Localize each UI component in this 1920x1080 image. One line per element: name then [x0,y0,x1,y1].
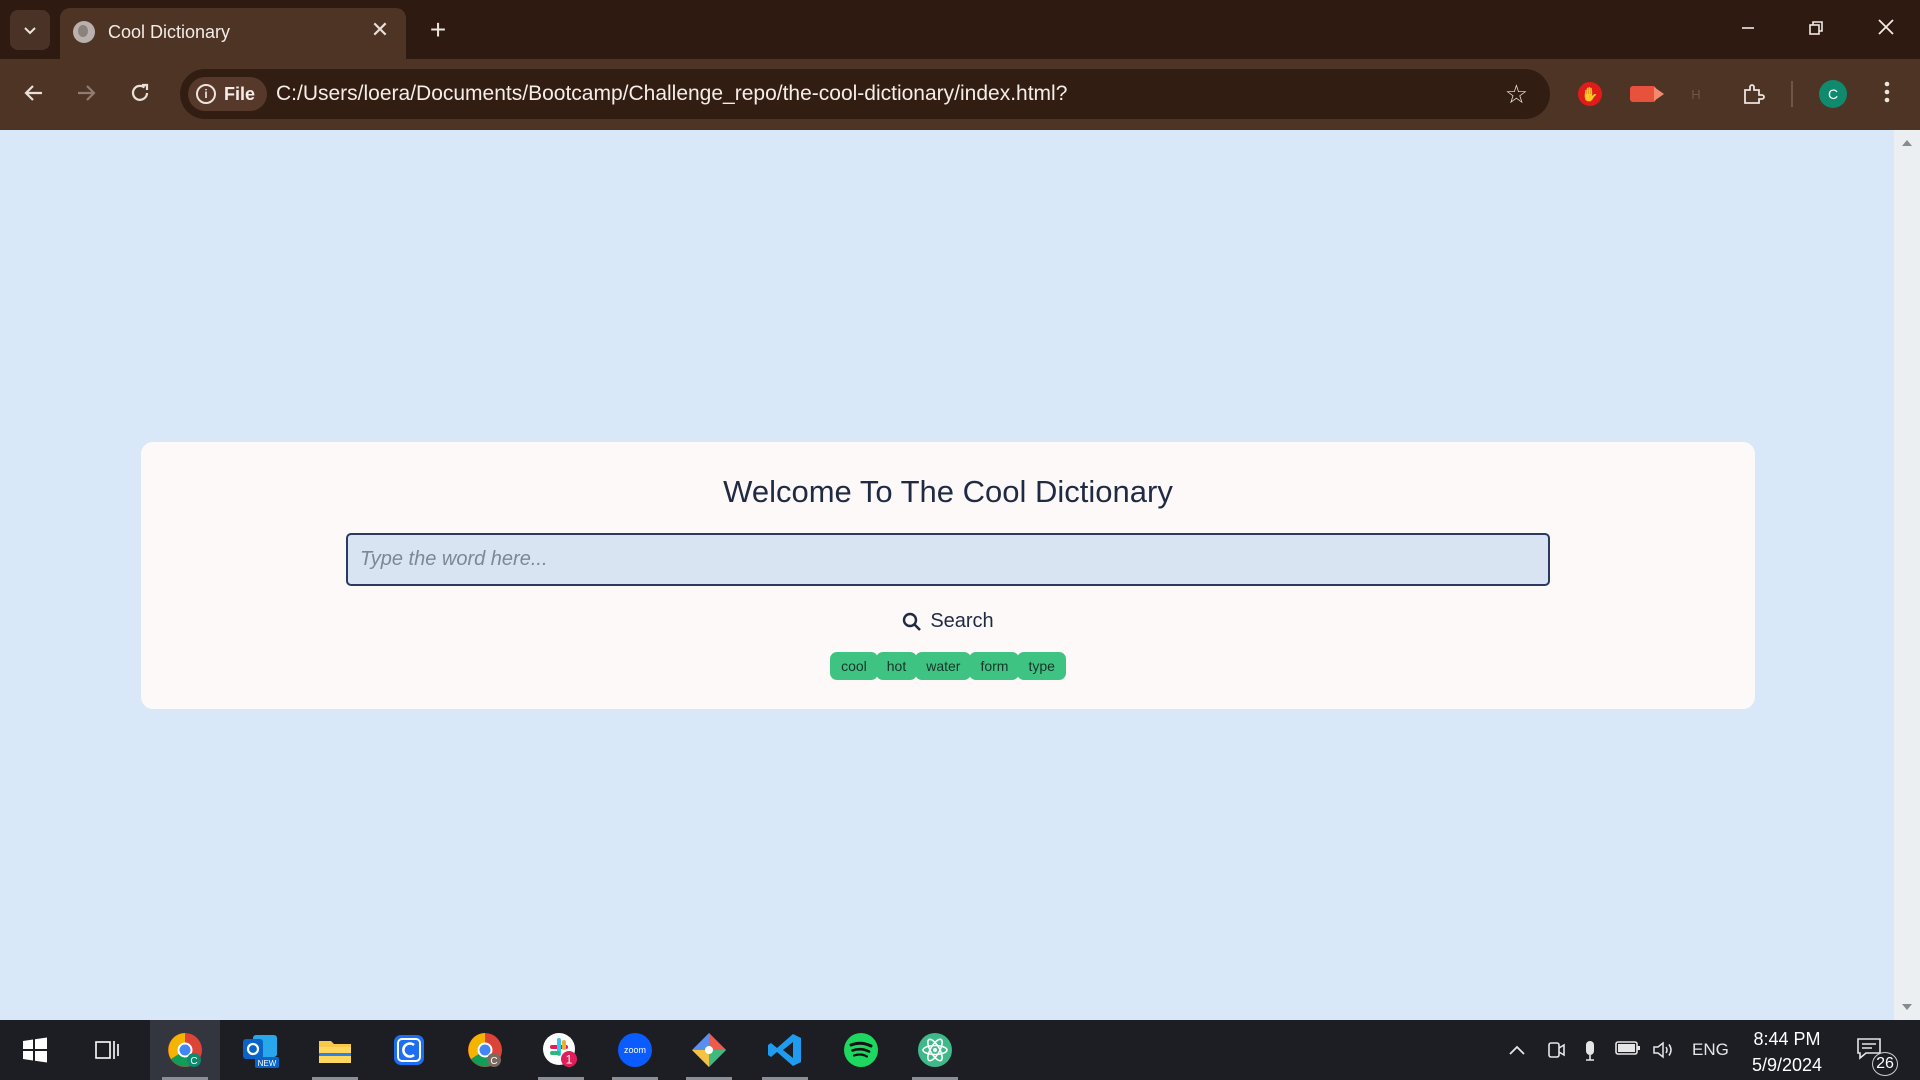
battery-icon[interactable] [1615,1040,1641,1060]
clock-date: 5/9/2024 [1751,1055,1823,1075]
volume-icon[interactable] [1652,1040,1676,1064]
back-button[interactable] [14,75,54,115]
chrome-icon: C [468,1033,502,1067]
minimize-button[interactable] [1724,8,1772,50]
page-scrollbar[interactable] [1894,130,1920,1020]
reload-button[interactable] [120,75,160,115]
tag-water[interactable]: water [915,652,972,680]
tag-type[interactable]: type [1017,652,1066,680]
bookmark-star-icon[interactable]: ☆ [1505,79,1528,109]
tab-search-button[interactable] [10,10,50,50]
taskbar-git-app[interactable] [674,1020,744,1080]
svg-text:1: 1 [566,1053,573,1067]
toolbar-separator [1791,81,1793,107]
taskbar: C NEW C 1 zoom ENG 8:44 PM 5/9/2024 26 [0,1020,1920,1080]
task-view-icon [95,1041,119,1059]
git-diamond-icon [692,1033,726,1067]
show-hidden-icons-chevron-icon[interactable] [1508,1040,1526,1060]
taskbar-slack[interactable]: 1 [526,1020,596,1080]
arrow-left-icon [24,85,42,101]
scroll-up-arrow-icon[interactable] [1902,140,1912,146]
puzzle-icon [1744,84,1765,104]
site-info-chip[interactable]: i File [188,77,268,111]
taskbar-zoom[interactable]: zoom [600,1020,670,1080]
windows-logo-icon [23,1037,47,1063]
c-app-icon [394,1035,424,1065]
address-bar[interactable]: i File C:/Users/loera/Documents/Bootcamp… [180,69,1550,119]
reload-icon [131,83,149,101]
more-vertical-icon [1884,81,1890,103]
svg-text:C: C [190,1056,197,1067]
new-tab-button[interactable]: + [420,12,456,48]
svg-text:C: C [490,1056,497,1067]
suggestion-tags: cool hot water form type [141,652,1755,680]
slack-icon: 1 [543,1033,577,1067]
taskbar-c-app[interactable] [374,1020,444,1080]
page-viewport: Welcome To The Cool Dictionary Search co… [0,130,1894,1020]
info-icon: i [196,84,216,104]
chevron-down-icon [24,27,36,35]
page-title: Welcome To The Cool Dictionary [723,474,1173,509]
meet-now-icon[interactable] [1546,1040,1566,1064]
taskbar-start-button[interactable] [0,1020,70,1080]
taskbar-atom[interactable] [900,1020,970,1080]
folder-icon [319,1041,351,1063]
tag-hot[interactable]: hot [875,652,918,680]
minimize-icon [1742,27,1754,29]
extension-recorder[interactable] [1626,77,1664,111]
notification-count-badge: 26 [1872,1052,1898,1076]
address-url[interactable]: C:/Users/loera/Documents/Bootcamp/Challe… [276,82,1067,106]
taskbar-chrome[interactable]: C [150,1020,220,1080]
search-button-label: Search [930,610,994,632]
globe-icon [73,21,95,43]
dictionary-card: Welcome To The Cool Dictionary Search co… [141,442,1755,709]
taskbar-spotify[interactable] [826,1020,896,1080]
tag-form[interactable]: form [969,652,1020,680]
stop-hand-icon: ✋ [1578,82,1602,106]
clock-time: 8:44 PM [1753,1029,1821,1049]
tab-close-button[interactable]: ✕ [368,18,392,42]
search-button[interactable]: Search [141,610,1755,633]
zoom-icon: zoom [618,1033,652,1067]
site-info-label: File [224,83,256,104]
tab-bar: Cool Dictionary ✕ + [0,0,1920,59]
browser-tab-active[interactable]: Cool Dictionary ✕ [60,8,406,59]
language-indicator[interactable]: ENG [1692,1040,1729,1060]
svg-text:zoom: zoom [624,1045,646,1055]
close-window-button[interactable] [1862,8,1910,50]
close-icon [1878,19,1894,35]
spotify-icon [844,1033,878,1067]
restore-button[interactable] [1792,8,1840,50]
restore-icon [1809,21,1823,35]
taskbar-outlook[interactable]: NEW [226,1020,296,1080]
atom-icon [918,1033,952,1067]
svg-text:NEW: NEW [258,1059,277,1068]
extension-disabled-label: H [1691,86,1701,102]
taskbar-vscode[interactable] [750,1020,820,1080]
tag-cool[interactable]: cool [830,652,878,680]
taskbar-clock[interactable]: 8:44 PM 5/9/2024 [1742,1026,1832,1078]
browser-toolbar: i File C:/Users/loera/Documents/Bootcamp… [0,59,1920,130]
extension-disabled[interactable]: H [1679,77,1713,111]
arrow-right-icon [78,85,96,101]
taskbar-task-view[interactable] [72,1020,142,1080]
taskbar-chrome-profile[interactable]: C [450,1020,520,1080]
taskbar-file-explorer[interactable] [300,1020,370,1080]
outlook-icon: NEW [243,1035,279,1068]
extension-adblock[interactable]: ✋ [1573,77,1607,111]
vscode-icon [768,1034,801,1066]
profile-avatar[interactable]: C [1819,80,1847,108]
word-search-input[interactable] [346,533,1550,586]
chrome-icon: C [168,1033,202,1067]
forward-button[interactable] [66,75,106,115]
scroll-down-arrow-icon[interactable] [1902,1004,1912,1010]
browser-menu-button[interactable] [1872,77,1902,111]
microphone-icon[interactable] [1582,1040,1598,1066]
tab-title: Cool Dictionary [108,22,231,42]
extensions-button[interactable] [1736,77,1770,111]
search-icon [903,612,922,631]
video-camera-icon [1630,86,1664,102]
